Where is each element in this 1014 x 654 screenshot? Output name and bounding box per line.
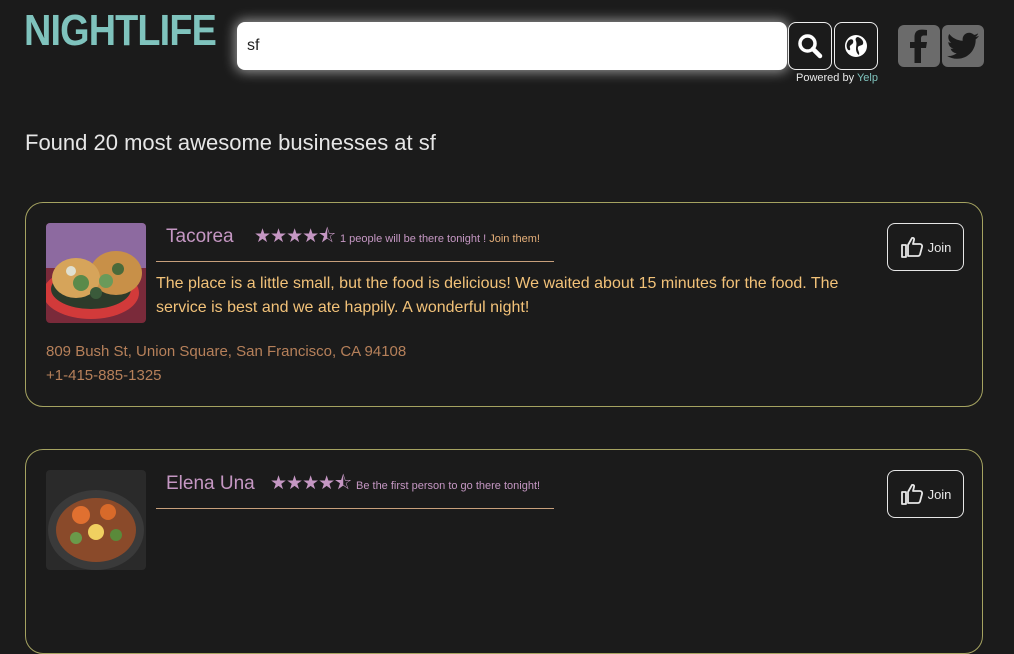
thumbs-up-icon	[900, 236, 923, 258]
globe-icon	[845, 35, 867, 57]
thumbs-up-icon	[900, 483, 923, 505]
powered-by-label: Powered by	[796, 72, 857, 84]
facebook-icon	[910, 29, 927, 63]
business-photo[interactable]	[46, 223, 146, 323]
business-name[interactable]: Tacorea	[166, 226, 234, 248]
attendance-count: 1 people will be there tonight !	[340, 233, 490, 245]
divider	[156, 261, 554, 262]
app-logo: NIGHTLIFE	[24, 6, 217, 55]
business-phone: +1-415-885-1325	[46, 367, 162, 384]
business-photo[interactable]	[46, 470, 146, 570]
search-box[interactable]	[237, 22, 787, 70]
results-heading: Found 20 most awesome businesses at sf	[25, 130, 436, 155]
join-label: Join	[927, 239, 952, 255]
join-them-link[interactable]: Join them!	[489, 233, 540, 245]
review-snippet: The place is a little small, but the foo…	[156, 275, 839, 316]
search-button[interactable]	[788, 22, 832, 70]
rating-stars: ★★★★⯪	[254, 226, 336, 247]
yelp-link[interactable]: Yelp	[857, 72, 878, 84]
divider	[156, 508, 554, 509]
search-input[interactable]	[247, 22, 777, 70]
search-icon	[798, 34, 823, 59]
powered-by: Powered by Yelp	[796, 72, 878, 84]
business-name[interactable]: Elena Una	[166, 473, 255, 495]
rating-stars: ★★★★⯪	[270, 473, 352, 494]
join-label: Join	[927, 486, 952, 502]
business-card: Tacorea ★★★★⯪ 1 people will be there ton…	[25, 202, 983, 407]
attendance-text: Be the first person to go there tonight!	[356, 480, 541, 492]
business-card: Elena Una ★★★★⯪ Be the first person to g…	[25, 449, 983, 654]
facebook-button[interactable]	[898, 25, 940, 67]
twitter-button[interactable]	[942, 25, 984, 67]
join-button[interactable]: Join	[887, 470, 964, 518]
twitter-icon	[947, 32, 979, 59]
attendance-text: 1 people will be there tonight ! Join th…	[340, 233, 540, 245]
join-button[interactable]: Join	[887, 223, 964, 271]
business-address: 809 Bush St, Union Square, San Francisco…	[46, 343, 407, 360]
location-button[interactable]	[834, 22, 878, 70]
